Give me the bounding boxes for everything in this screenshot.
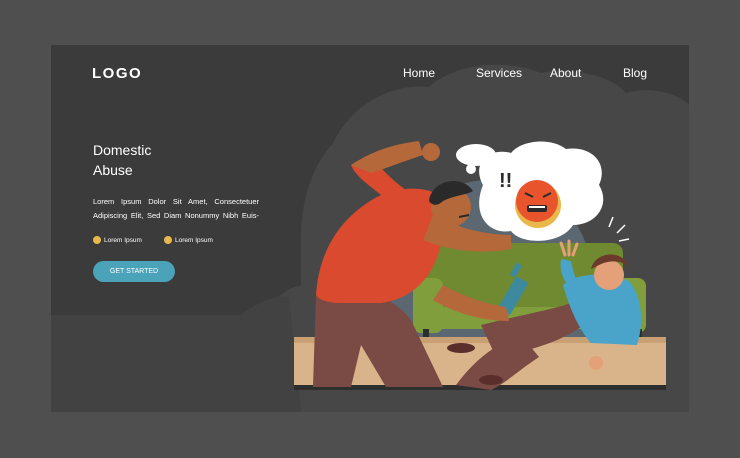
nav-about[interactable]: About: [550, 66, 581, 80]
title-line-2: Abuse: [93, 162, 133, 178]
nav-home[interactable]: Home: [403, 66, 435, 80]
bubble-exclamation: !!: [499, 170, 512, 192]
get-started-button[interactable]: GET STARTED: [93, 261, 175, 282]
description-line-2: Adipiscing Elit, Sed Diam Nonummy Nibh E…: [93, 211, 259, 220]
description-line-1: Lorem Ipsum Dolor Sit Amet, Consectetuer: [93, 197, 259, 206]
page-title: Domestic Abuse: [93, 140, 213, 180]
hero-description: Lorem Ipsum Dolor Sit Amet, Consectetuer…: [93, 195, 259, 223]
nav-blog[interactable]: Blog: [623, 66, 647, 80]
bullet-item: Lorem Ipsum: [93, 236, 142, 244]
title-line-1: Domestic: [93, 142, 152, 158]
feature-bullets: Lorem Ipsum Lorem Ipsum: [93, 236, 293, 248]
bullet-dot-icon: [93, 236, 101, 244]
bullet-dot-icon: [164, 236, 172, 244]
bullet-item: Lorem Ipsum: [164, 236, 213, 244]
bullet-label: Lorem Ipsum: [175, 236, 213, 244]
landing-page: !! LOGO Home Services About Blog Domesti…: [51, 45, 689, 412]
bullet-label: Lorem Ipsum: [104, 236, 142, 244]
nav-services[interactable]: Services: [476, 66, 522, 80]
main-nav: Home Services About Blog: [51, 66, 689, 82]
domestic-abuse-illustration: !!: [51, 64, 689, 412]
